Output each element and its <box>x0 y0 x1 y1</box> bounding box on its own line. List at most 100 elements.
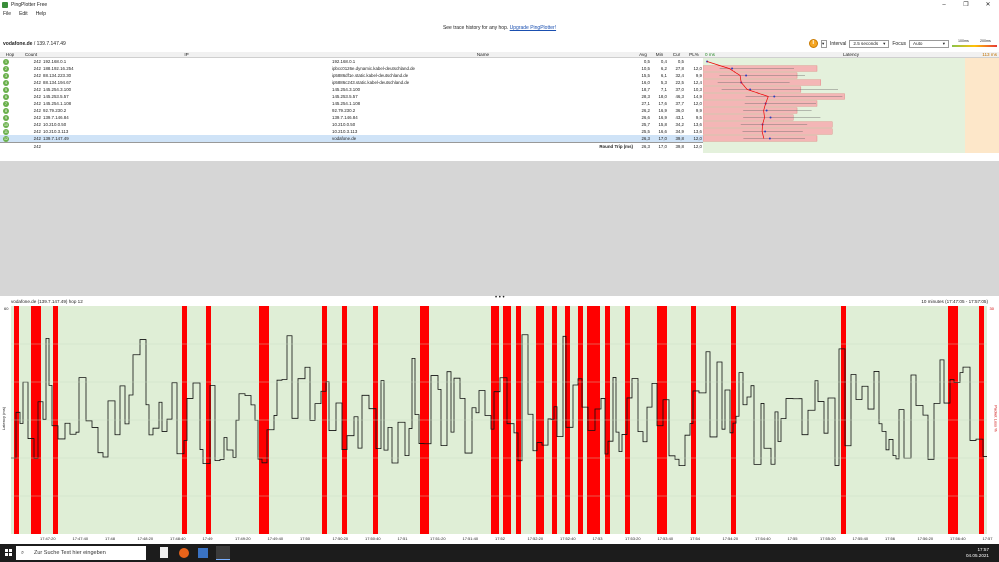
cell-ip: 192.168.0.1 <box>43 59 67 64</box>
x-tick-label: 17:49:20 <box>235 536 251 541</box>
x-tick-label: 17:52 <box>495 536 506 541</box>
x-tick-label: 17:50:40 <box>365 536 381 541</box>
focus-value: Auto <box>913 41 923 46</box>
maximize-button[interactable]: ❐ <box>955 0 977 10</box>
cell-avg: 25,7 <box>641 122 650 127</box>
timeline-range[interactable]: 10 minutes (17:47:05 - 17:57:05) <box>921 299 988 304</box>
cell-name: vodafone.de <box>332 136 357 141</box>
close-button[interactable]: ✕ <box>977 0 999 10</box>
target-label: vodafone.de / 139.7.147.49 <box>3 41 66 47</box>
cell-min: 16,9 <box>658 115 667 120</box>
app-icon[interactable] <box>198 548 208 558</box>
cell-name: 192.168.0.1 <box>332 59 356 64</box>
cell-min: 16,6 <box>658 129 667 134</box>
latency-avg-dot <box>769 116 772 119</box>
cell-min: 18,0 <box>658 94 667 99</box>
x-tick-label: 17:54 <box>690 536 701 541</box>
summary-label: Round Trip (ms) <box>599 144 633 149</box>
focus-select[interactable]: Auto ▾ <box>909 39 949 48</box>
cell-count: 242 <box>33 115 41 120</box>
latency-avg-dot <box>745 74 748 77</box>
hop-number: 6 <box>3 93 9 100</box>
upgrade-link[interactable]: Upgrade PingPlotter! <box>510 25 556 31</box>
x-tick-label: 17:56:20 <box>917 536 934 541</box>
cell-cur: 46,3 <box>675 94 684 99</box>
cell-pl: 12,0 <box>693 66 702 71</box>
cell-cur: 34,2 <box>675 122 684 127</box>
system-clock[interactable]: 17:57 04.05.2021 <box>966 547 989 559</box>
cell-min: 5,3 <box>660 80 667 85</box>
taskbar-search[interactable]: ⌕ Zur Suche Text hier eingeben <box>16 546 146 560</box>
cell-name: 10.210.0.50 <box>332 122 356 127</box>
y2-axis-label: Packet Loss % <box>993 405 999 432</box>
chevron-down-icon: ▾ <box>942 41 945 46</box>
latency-avg-dot <box>764 130 767 133</box>
splitter-handle[interactable]: • • • <box>495 295 505 301</box>
menu-file[interactable]: File <box>3 11 11 17</box>
pause-icon[interactable]: ‖ <box>808 39 818 48</box>
cell-ip: 10.210.0.50 <box>43 122 67 127</box>
cell-name: ip5886c243.static.kabel-deutschland.de <box>332 80 410 85</box>
x-tick-label: 17:55 <box>787 536 798 541</box>
cell-count: 242 <box>33 66 41 71</box>
cell-count: 242 <box>33 80 41 85</box>
upgrade-banner: See trace history for any hop. Upgrade P… <box>0 18 999 38</box>
x-tick-label: 17:51:20 <box>430 536 446 541</box>
pingplotter-taskbar-icon[interactable] <box>216 546 230 560</box>
menu-bar: File Edit Help <box>0 10 999 18</box>
cell-cur: 0,5 <box>677 59 684 64</box>
cell-cur: 43,1 <box>675 115 684 120</box>
toolbar: vodafone.de / 139.7.147.49 ‖ ▾ Interval … <box>0 38 999 49</box>
latency-avg-dot <box>773 95 776 98</box>
latency-avg-dot <box>768 137 771 140</box>
latency-zero: 0 ms <box>705 52 715 57</box>
title-bar: PingPlotter Free – ❐ ✕ <box>0 0 999 10</box>
play-dropdown[interactable]: ▾ <box>820 39 827 48</box>
hop-number: 5 <box>3 86 9 93</box>
latency-history-chart[interactable] <box>11 306 987 534</box>
cell-avg: 10,5 <box>641 66 650 71</box>
windows-start-icon[interactable] <box>5 549 12 556</box>
latency-graph <box>703 58 999 153</box>
minimize-button[interactable]: – <box>933 0 955 10</box>
cell-count: 242 <box>33 87 41 92</box>
cell-ip: 92.79.230.2 <box>43 108 67 113</box>
scale-low: 100ms <box>958 39 969 43</box>
cell-count: 242 <box>33 136 41 141</box>
x-tick-label: 17:48 <box>105 536 116 541</box>
cell-avg: 16,0 <box>641 80 650 85</box>
cell-cur: 36,0 <box>675 108 684 113</box>
menu-help[interactable]: Help <box>36 11 46 17</box>
x-tick-label: 17:54:40 <box>755 536 771 541</box>
hop-number: 2 <box>3 65 9 72</box>
cell-cur: 27,8 <box>675 66 684 71</box>
cell-cur: 37,7 <box>675 101 684 106</box>
cell-min: 17,0 <box>658 136 667 141</box>
menu-edit[interactable]: Edit <box>19 11 28 17</box>
x-tick-label: 17:56:40 <box>950 536 966 541</box>
cell-pl: 9,5 <box>695 115 702 120</box>
cell-avg: 0,5 <box>643 59 650 64</box>
firefox-icon[interactable] <box>179 548 189 558</box>
x-tick-label: 17:53 <box>592 536 603 541</box>
interval-select[interactable]: 2.5 seconds ▾ <box>849 39 890 48</box>
cell-cur: 32,4 <box>675 73 684 78</box>
summary-pl: 12,0 <box>693 144 702 149</box>
cell-name: 145.254.1.108 <box>332 101 361 106</box>
x-tick-label: 17:50 <box>300 536 311 541</box>
x-tick-label: 17:51 <box>397 536 408 541</box>
hop-number: 8 <box>3 107 9 114</box>
y2-axis-top: 30 <box>989 306 994 311</box>
latency-avg-dot <box>765 109 768 112</box>
cell-cur: 34,9 <box>675 129 684 134</box>
cell-ip: 139.7.147.49 <box>43 136 69 141</box>
interval-value: 2.5 seconds <box>853 41 879 46</box>
summary-min: 17,0 <box>658 144 667 149</box>
hop-number: 11 <box>3 128 9 135</box>
x-tick-label: 17:55:40 <box>852 536 869 541</box>
x-tick-label: 17:57 <box>982 536 993 541</box>
y-axis-label: Latency (ms) <box>1 406 7 431</box>
target-host: vodafone.de <box>3 40 33 47</box>
latency-scale: 100ms 200ms <box>952 39 997 48</box>
file-icon[interactable] <box>160 547 168 558</box>
